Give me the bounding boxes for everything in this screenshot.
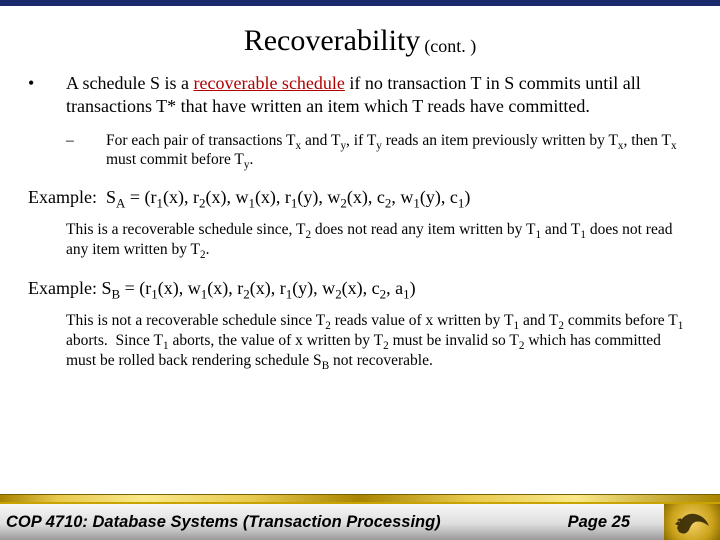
sub-rule: – For each pair of transactions Tx and T… [66,131,692,170]
example-a-line: Example: SA = (r1(x), r2(x), w1(x), r1(y… [28,186,692,209]
footer-bar: COP 4710: Database Systems (Transaction … [0,504,664,540]
bullet-dot-icon: • [28,72,66,117]
footer-course: COP 4710: Database Systems (Transaction … [6,513,441,532]
defn-term: recoverable schedule [194,73,345,93]
example-a-explain: This is a recoverable schedule since, T2… [66,220,692,260]
example-b-explain: This is not a recoverable schedule since… [66,311,692,371]
definition-bullet: • A schedule S is a recoverable schedule… [28,72,692,117]
defn-pre: A schedule S is a [66,73,194,93]
ucf-pegasus-logo [664,504,720,540]
dash-icon: – [66,131,106,170]
slide-body: • A schedule S is a recoverable schedule… [0,72,720,371]
sub-rule-text: For each pair of transactions Tx and Ty,… [106,131,692,170]
footer-page: Page 25 [568,513,630,532]
gold-divider [0,494,720,502]
example-b-line: Example: SB = (r1(x), w1(x), r2(x), r1(y… [28,277,692,300]
title-main: Recoverability [244,24,421,57]
slide-title: Recoverability (cont. ) [0,6,720,72]
title-cont: (cont. ) [424,36,476,56]
slide-footer: COP 4710: Database Systems (Transaction … [0,502,720,540]
definition-text: A schedule S is a recoverable schedule i… [66,72,692,117]
